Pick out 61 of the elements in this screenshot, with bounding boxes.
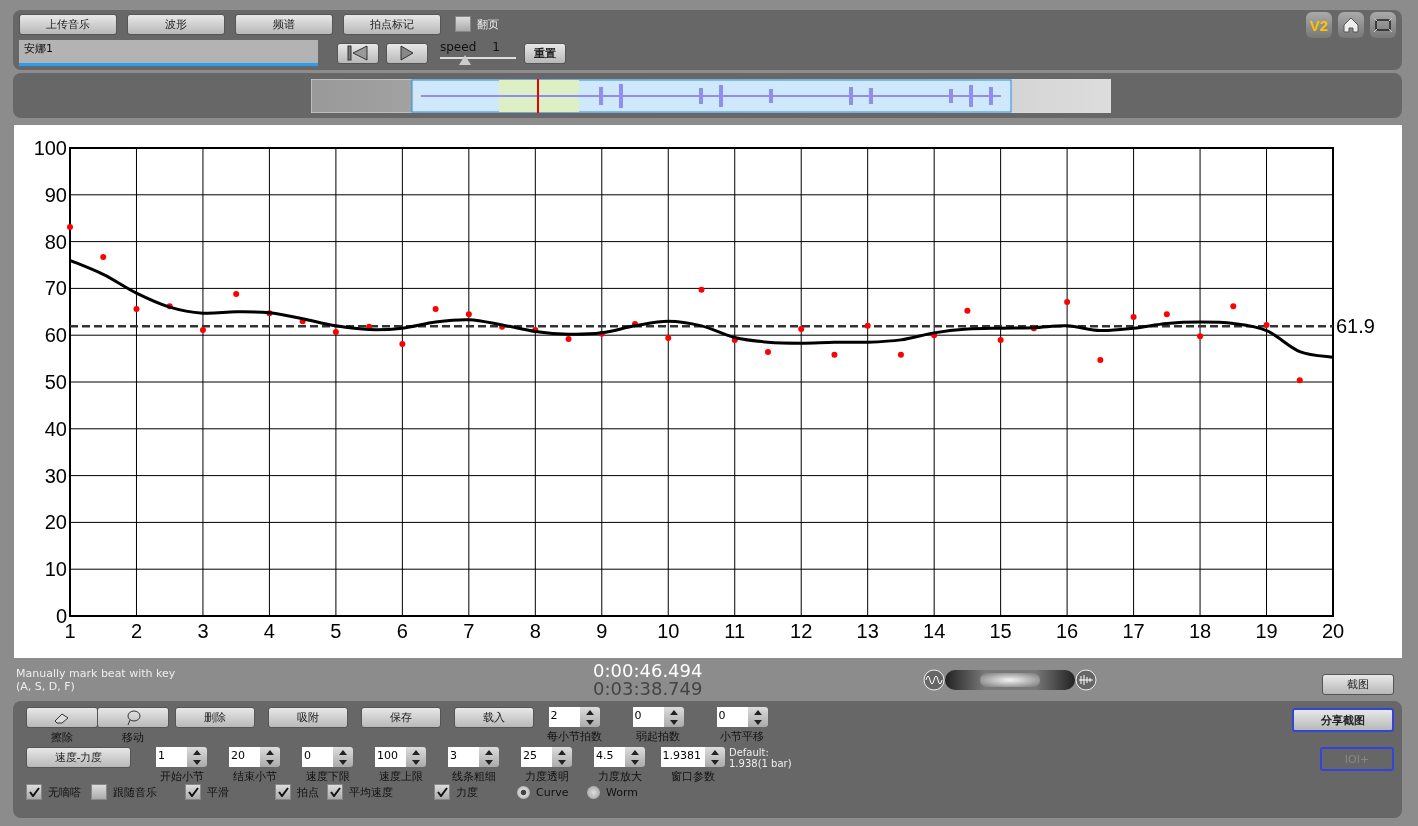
axis-tick-label: 90 — [44, 183, 67, 206]
axis-tick-label: 50 — [44, 371, 67, 393]
speed-reading: 1 — [492, 40, 500, 54]
field-label: 每小节拍数 — [546, 729, 602, 744]
axis-tick-label: 19 — [1255, 620, 1278, 642]
axis-tick-label: 20 — [44, 511, 67, 534]
axis-tick-label: 3 — [197, 620, 209, 642]
axis-tick-label: 18 — [1188, 620, 1212, 642]
field-label: 弱起拍数 — [636, 729, 680, 744]
hint-text: (A, S, D, F) — [16, 679, 76, 693]
axis-tick-label: 20 — [1321, 620, 1345, 642]
field-label: 力度透明 — [524, 769, 569, 784]
axis-tick-label: 6 — [396, 620, 408, 642]
option-label: Curve — [536, 785, 569, 799]
axis-tick-label: 8 — [529, 620, 541, 642]
field-label: 速度上限 — [378, 769, 423, 784]
default-note: 1.938(1 bar) — [729, 758, 792, 769]
axis-tick-label: 13 — [856, 620, 879, 642]
axis-tick-label: 12 — [790, 620, 813, 642]
axis-tick-label: 0 — [55, 605, 67, 627]
default-note: Default: — [729, 747, 770, 758]
speed-label: speed — [440, 40, 477, 54]
option-label: 跟随音乐 — [113, 784, 157, 800]
axis-tick-label: 15 — [989, 620, 1012, 642]
field-label: 速度下限 — [305, 769, 350, 784]
mean-value-label: 61.9 — [1336, 315, 1375, 338]
field-label: 开始小节 — [159, 769, 204, 784]
axis-tick-label: 10 — [44, 558, 67, 581]
axis-tick-label: 100 — [33, 137, 67, 159]
option-label: 拍点 — [297, 784, 319, 800]
field-label: 力度放大 — [597, 769, 642, 784]
tool-label: 移动 — [121, 730, 144, 745]
axis-tick-label: 40 — [44, 417, 67, 440]
axis-tick-label: 2 — [130, 620, 143, 642]
checkbox-label: 翻页 — [477, 16, 499, 32]
axis-tick-label: 5 — [330, 620, 342, 642]
axis-tick-label: 10 — [657, 620, 680, 642]
axis-tick-label: 4 — [263, 620, 275, 642]
total-time: 0:03:38.749 — [593, 679, 703, 698]
axis-tick-label: 70 — [44, 277, 67, 300]
option-label: Worm — [606, 785, 638, 799]
axis-tick-label: 14 — [923, 620, 946, 642]
axis-tick-label: 7 — [463, 620, 475, 642]
option-label: 平均速度 — [349, 784, 393, 800]
axis-tick-label: 80 — [44, 230, 67, 253]
option-label: 平滑 — [207, 784, 229, 800]
field-label: 小节平移 — [720, 729, 764, 744]
option-label: 无嘀嗒 — [48, 784, 81, 800]
field-label: 线条粗细 — [451, 769, 496, 784]
current-time: 0:00:46.494 — [593, 661, 703, 680]
axis-tick-label: 30 — [44, 464, 67, 487]
hint-text: Manually mark beat with key — [16, 666, 177, 680]
axis-tick-label: 60 — [44, 324, 67, 347]
field-label: 结束小节 — [232, 769, 277, 784]
axis-tick-label: 11 — [724, 620, 746, 642]
axis-tick-label: 16 — [1056, 620, 1079, 642]
axis-tick-label: 17 — [1122, 620, 1145, 642]
tool-label: 擦除 — [50, 730, 73, 745]
field-label: 窗口参数 — [670, 769, 715, 784]
axis-tick-label: 9 — [596, 620, 608, 642]
option-label: 力度 — [456, 784, 478, 800]
